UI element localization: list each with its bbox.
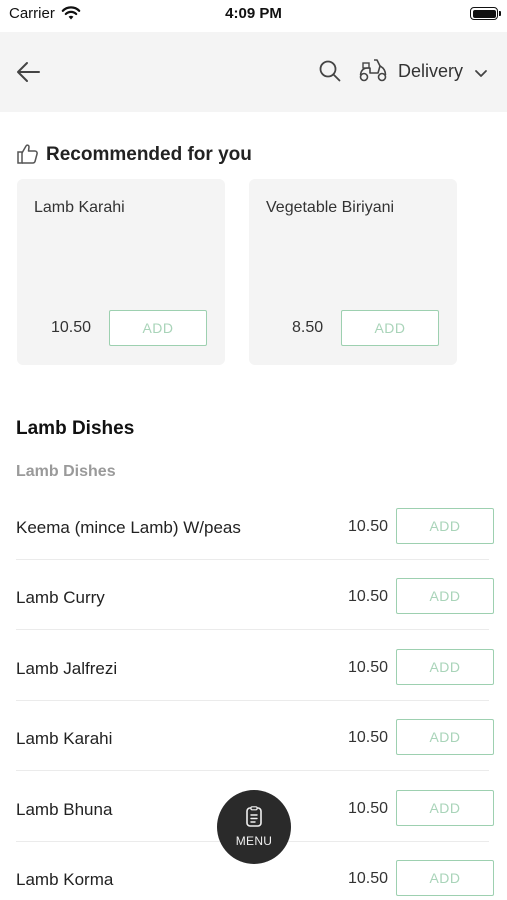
arrow-left-icon [17,62,40,82]
delivery-mode-label[interactable]: Delivery [398,61,463,82]
recommended-item-price: 10.50 [51,319,92,336]
menu-fab-button[interactable]: MENU [217,790,291,864]
add-button[interactable]: ADD [396,790,494,826]
menu-item-price: 10.50 [347,588,388,605]
delivery-mode-button[interactable] [358,57,388,88]
menu-fab-label: MENU [235,834,273,848]
chevron-down-icon[interactable] [474,66,488,84]
divider [16,700,489,701]
section-title: Lamb Dishes [16,418,135,439]
add-button[interactable]: ADD [109,310,207,346]
battery-icon [470,7,501,20]
scooter-icon [359,59,387,82]
divider [16,770,489,771]
menu-item-row[interactable]: Lamb Jalfrezi 10.50 ADD [0,642,507,712]
menu-item-row[interactable]: Lamb Karahi 10.50 ADD [0,712,507,782]
search-icon [319,60,341,82]
add-button[interactable]: ADD [396,508,494,544]
menu-item-price: 10.50 [347,518,388,535]
menu-item-row[interactable]: Lamb Curry 10.50 ADD [0,571,507,641]
add-button[interactable]: ADD [341,310,439,346]
recommended-title: Recommended for you [46,144,252,165]
recommended-card[interactable]: Lamb Karahi 10.50 ADD [17,179,225,365]
recommended-item-price: 8.50 [292,319,324,336]
divider [16,629,489,630]
search-button[interactable] [318,59,342,88]
menu-item-row[interactable]: Keema (mince Lamb) W/peas 10.50 ADD [0,501,507,571]
menu-item-price: 10.50 [347,659,388,676]
menu-item-price: 10.50 [347,870,388,887]
clock: 4:09 PM [225,5,282,22]
recommended-item-name: Lamb Karahi [34,199,125,216]
menu-item-name: Keema (mince Lamb) W/peas [16,518,241,537]
menu-card-icon [245,806,263,833]
add-button[interactable]: ADD [396,860,494,896]
status-bar: Carrier 4:09 PM [0,0,507,30]
category-title: Lamb Dishes [16,463,116,480]
nav-bar: Delivery [0,32,507,112]
menu-item-name: Lamb Curry [16,588,105,607]
menu-item-name: Lamb Jalfrezi [16,659,118,678]
menu-item-name: Lamb Karahi [16,729,113,748]
add-button[interactable]: ADD [396,719,494,755]
add-button[interactable]: ADD [396,578,494,614]
menu-item-price: 10.50 [347,729,388,746]
recommended-card[interactable]: Vegetable Biriyani 8.50 ADD [249,179,457,365]
menu-item-price: 10.50 [347,800,388,817]
divider [16,559,489,560]
thumbs-up-icon [16,142,40,171]
back-button[interactable] [14,58,42,86]
menu-item-name: Lamb Bhuna [16,800,113,819]
menu-item-name: Lamb Korma [16,870,114,889]
add-button[interactable]: ADD [396,649,494,685]
recommended-item-name: Vegetable Biriyani [266,199,395,216]
